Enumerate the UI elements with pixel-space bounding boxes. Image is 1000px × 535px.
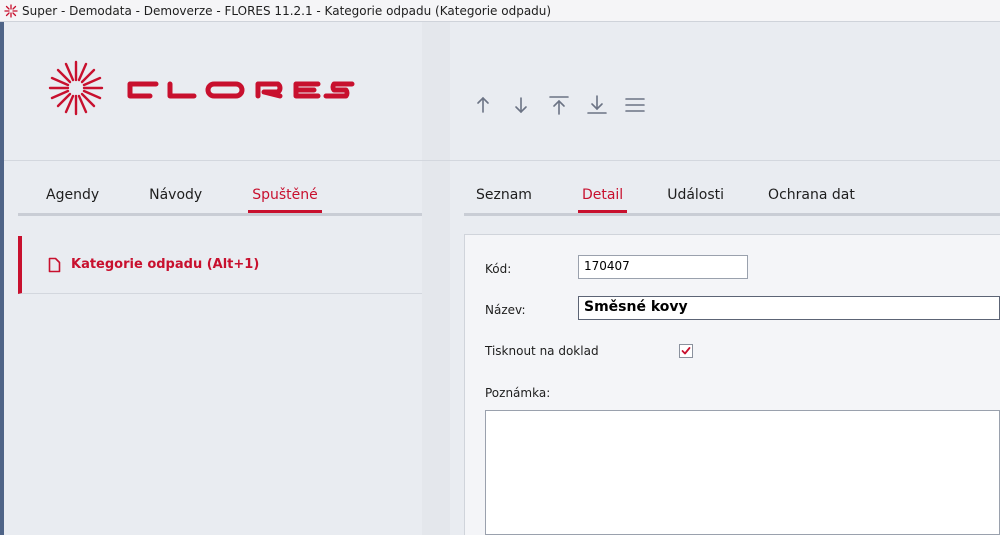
- title-bar: Super - Demodata - Demoverze - FLORES 11…: [0, 0, 1000, 22]
- poznamka-label: Poznámka:: [485, 386, 551, 400]
- move-bottom-button[interactable]: [584, 92, 610, 118]
- window-title: Super - Demodata - Demoverze - FLORES 11…: [22, 3, 552, 18]
- tab-navody[interactable]: Návody: [149, 187, 202, 209]
- header-separator: [4, 160, 1000, 161]
- open-agenda-label: Kategorie odpadu (Alt+1): [71, 257, 260, 272]
- move-up-button[interactable]: [470, 92, 496, 118]
- poznamka-field[interactable]: [485, 410, 1000, 535]
- arrow-to-top-icon: [549, 96, 569, 115]
- flores-logo-graphic: [48, 60, 355, 116]
- kod-field[interactable]: 170407: [578, 255, 748, 279]
- arrow-to-bottom-icon: [587, 95, 607, 114]
- arrow-down-icon: [515, 97, 527, 114]
- menu-icon: [625, 98, 645, 112]
- left-tab-divider: [18, 213, 422, 216]
- tisk-label: Tisknout na doklad: [485, 344, 599, 358]
- tab-seznam[interactable]: Seznam: [476, 187, 532, 209]
- tisk-checkbox[interactable]: [679, 344, 693, 358]
- checkmark-icon: [681, 347, 691, 355]
- flores-logo: [46, 58, 356, 118]
- left-tabs: Agendy Návody Spuštěné: [46, 187, 368, 213]
- detail-tabs: Seznam Detail Události Ochrana dat: [476, 187, 905, 213]
- move-down-button[interactable]: [508, 92, 534, 118]
- nazev-label: Název:: [485, 303, 526, 317]
- record-toolbar: [470, 92, 648, 118]
- arrow-up-icon: [477, 96, 489, 113]
- right-tab-divider: [464, 213, 1000, 216]
- nazev-field[interactable]: Směsné kovy: [578, 296, 1000, 320]
- open-agenda-item[interactable]: Kategorie odpadu (Alt+1): [18, 236, 422, 294]
- document-icon: [48, 257, 61, 272]
- tab-udalosti[interactable]: Události: [667, 187, 724, 209]
- tab-spustene[interactable]: Spuštěné: [248, 187, 322, 213]
- tab-agendy[interactable]: Agendy: [46, 187, 99, 209]
- kod-label: Kód:: [485, 262, 512, 276]
- move-top-button[interactable]: [546, 92, 572, 118]
- menu-button[interactable]: [622, 92, 648, 118]
- flores-app-icon: [4, 4, 18, 18]
- tab-detail[interactable]: Detail: [577, 187, 628, 213]
- tab-ochrana-dat[interactable]: Ochrana dat: [768, 187, 855, 209]
